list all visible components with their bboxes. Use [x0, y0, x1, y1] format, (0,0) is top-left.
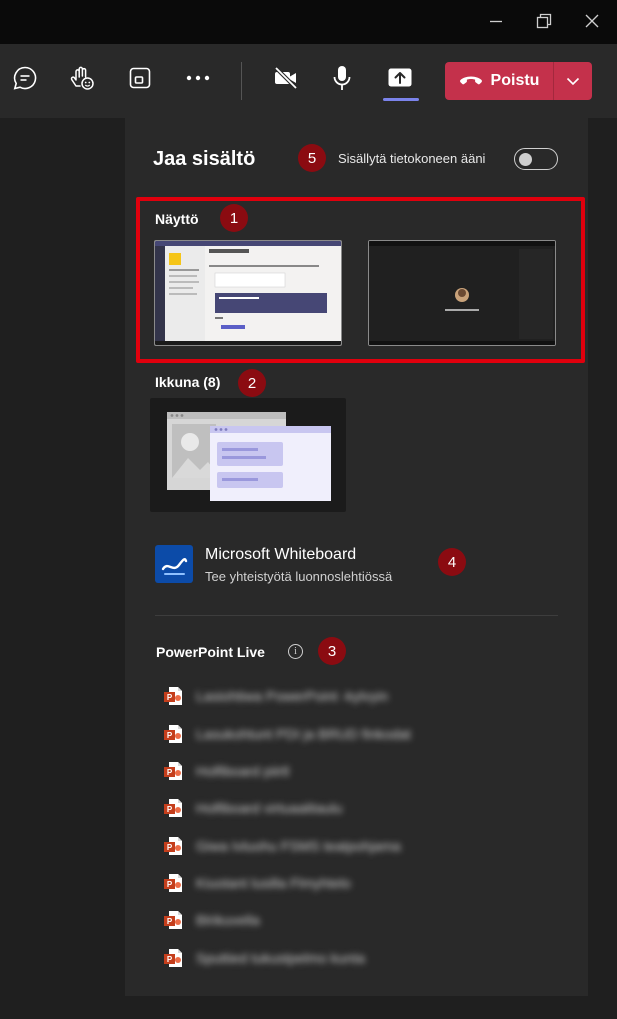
callout-badge-powerpoint: 3: [318, 637, 346, 665]
camera-off-icon[interactable]: [266, 56, 306, 100]
powerpoint-file-name: Lasiohtiwa PowerPoint -kylvyin: [196, 688, 389, 704]
whiteboard-subtitle: Tee yhteistyötä luonnoslehtiössä: [205, 569, 393, 584]
powerpoint-file-icon: P: [164, 762, 182, 780]
screen-2-preview: [369, 241, 555, 345]
powerpoint-file-name: Sputtied tukustpelmo kunta: [196, 950, 365, 966]
svg-text:P: P: [167, 880, 173, 889]
more-icon[interactable]: [178, 56, 218, 100]
powerpoint-file-item[interactable]: P Sputtied tukustpelmo kunta: [163, 946, 483, 970]
powerpoint-file-icon: P: [164, 725, 182, 743]
title-bar: [0, 0, 617, 44]
screen-1-thumbnail[interactable]: [154, 240, 342, 346]
powerpoint-file-name: Giwa Ivluohu FSMS teatpohjama: [196, 838, 401, 854]
screen-1-preview: [155, 241, 341, 345]
restore-icon[interactable]: [532, 8, 556, 34]
screen-2-thumbnail[interactable]: [368, 240, 556, 346]
svg-text:P: P: [167, 843, 173, 852]
svg-text:P: P: [167, 917, 173, 926]
window-illustration: [167, 412, 331, 501]
window-section-label: Ikkuna (8): [155, 374, 221, 390]
callout-badge-audio: 5: [298, 144, 326, 172]
svg-text:P: P: [167, 955, 173, 964]
powerpoint-file-icon: P: [164, 911, 182, 929]
powerpoint-file-icon: P: [164, 874, 182, 892]
powerpoint-file-item[interactable]: P Holfiboard piirtl: [163, 759, 483, 783]
info-icon[interactable]: i: [288, 644, 303, 659]
powerpoint-file-name: Kiuotant lusilla Flmyhtelo: [196, 875, 351, 891]
svg-text:P: P: [167, 768, 173, 777]
share-tray-icon[interactable]: [380, 56, 420, 100]
leave-button-group: Poistu: [445, 62, 592, 100]
leave-button[interactable]: Poistu: [445, 62, 553, 100]
whiteboard-title[interactable]: Microsoft Whiteboard: [205, 546, 356, 564]
leave-label: Poistu: [490, 72, 540, 89]
include-audio-label: Sisällytä tietokoneen ääni: [338, 151, 486, 166]
minimize-icon[interactable]: [484, 8, 508, 34]
powerpoint-file-item[interactable]: P Holfiboard virtuaalitaulu: [163, 796, 483, 820]
chat-icon[interactable]: [5, 56, 45, 100]
toggle-knob: [519, 152, 532, 166]
powerpoint-file-item[interactable]: P Blrikuvella: [163, 908, 483, 932]
callout-badge-window: 2: [238, 369, 266, 397]
chevron-down-icon: [566, 77, 580, 85]
powerpoint-file-icon: P: [164, 949, 182, 967]
powerpoint-file-name: Holfiboard piirtl: [196, 763, 290, 779]
svg-text:P: P: [167, 693, 173, 702]
svg-text:P: P: [167, 731, 173, 740]
powerpoint-file-icon: P: [164, 687, 182, 705]
hang-up-icon: [459, 76, 482, 85]
include-audio-toggle[interactable]: [514, 148, 558, 170]
leave-options-button[interactable]: [554, 62, 592, 100]
powerpoint-file-icon: P: [164, 837, 182, 855]
toolbar-divider: [241, 62, 242, 100]
section-divider: [155, 615, 558, 616]
window-share-thumbnail[interactable]: [150, 398, 346, 512]
svg-text:P: P: [167, 805, 173, 814]
powerpoint-file-item[interactable]: P Lasiohtiwa PowerPoint -kylvyin: [163, 684, 483, 708]
room-icon[interactable]: [120, 56, 160, 100]
screen-section-label: Näyttö: [155, 211, 199, 227]
powerpoint-file-item[interactable]: P Kiuotant lusilla Flmyhtelo: [163, 871, 483, 895]
powerpoint-file-icon: P: [164, 799, 182, 817]
powerpoint-section-label: PowerPoint Live: [156, 644, 265, 660]
whiteboard-icon[interactable]: [155, 545, 193, 583]
powerpoint-file-name: Blrikuvella: [196, 912, 260, 928]
powerpoint-file-name: Holfiboard virtuaalitaulu: [196, 800, 343, 816]
close-icon[interactable]: [580, 8, 604, 34]
share-active-indicator: [383, 98, 419, 101]
panel-title: Jaa sisältö: [153, 148, 256, 170]
powerpoint-file-name: Lasukohtunt PDI ja BRUD finkodat: [196, 726, 411, 742]
callout-badge-screen: 1: [220, 204, 248, 232]
callout-badge-whiteboard: 4: [438, 548, 466, 576]
powerpoint-file-item[interactable]: P Giwa Ivluohu FSMS teatpohjama: [163, 834, 483, 858]
raise-hand-icon[interactable]: [62, 56, 102, 100]
powerpoint-file-item[interactable]: P Lasukohtunt PDI ja BRUD finkodat: [163, 722, 483, 746]
mic-icon[interactable]: [322, 56, 362, 100]
